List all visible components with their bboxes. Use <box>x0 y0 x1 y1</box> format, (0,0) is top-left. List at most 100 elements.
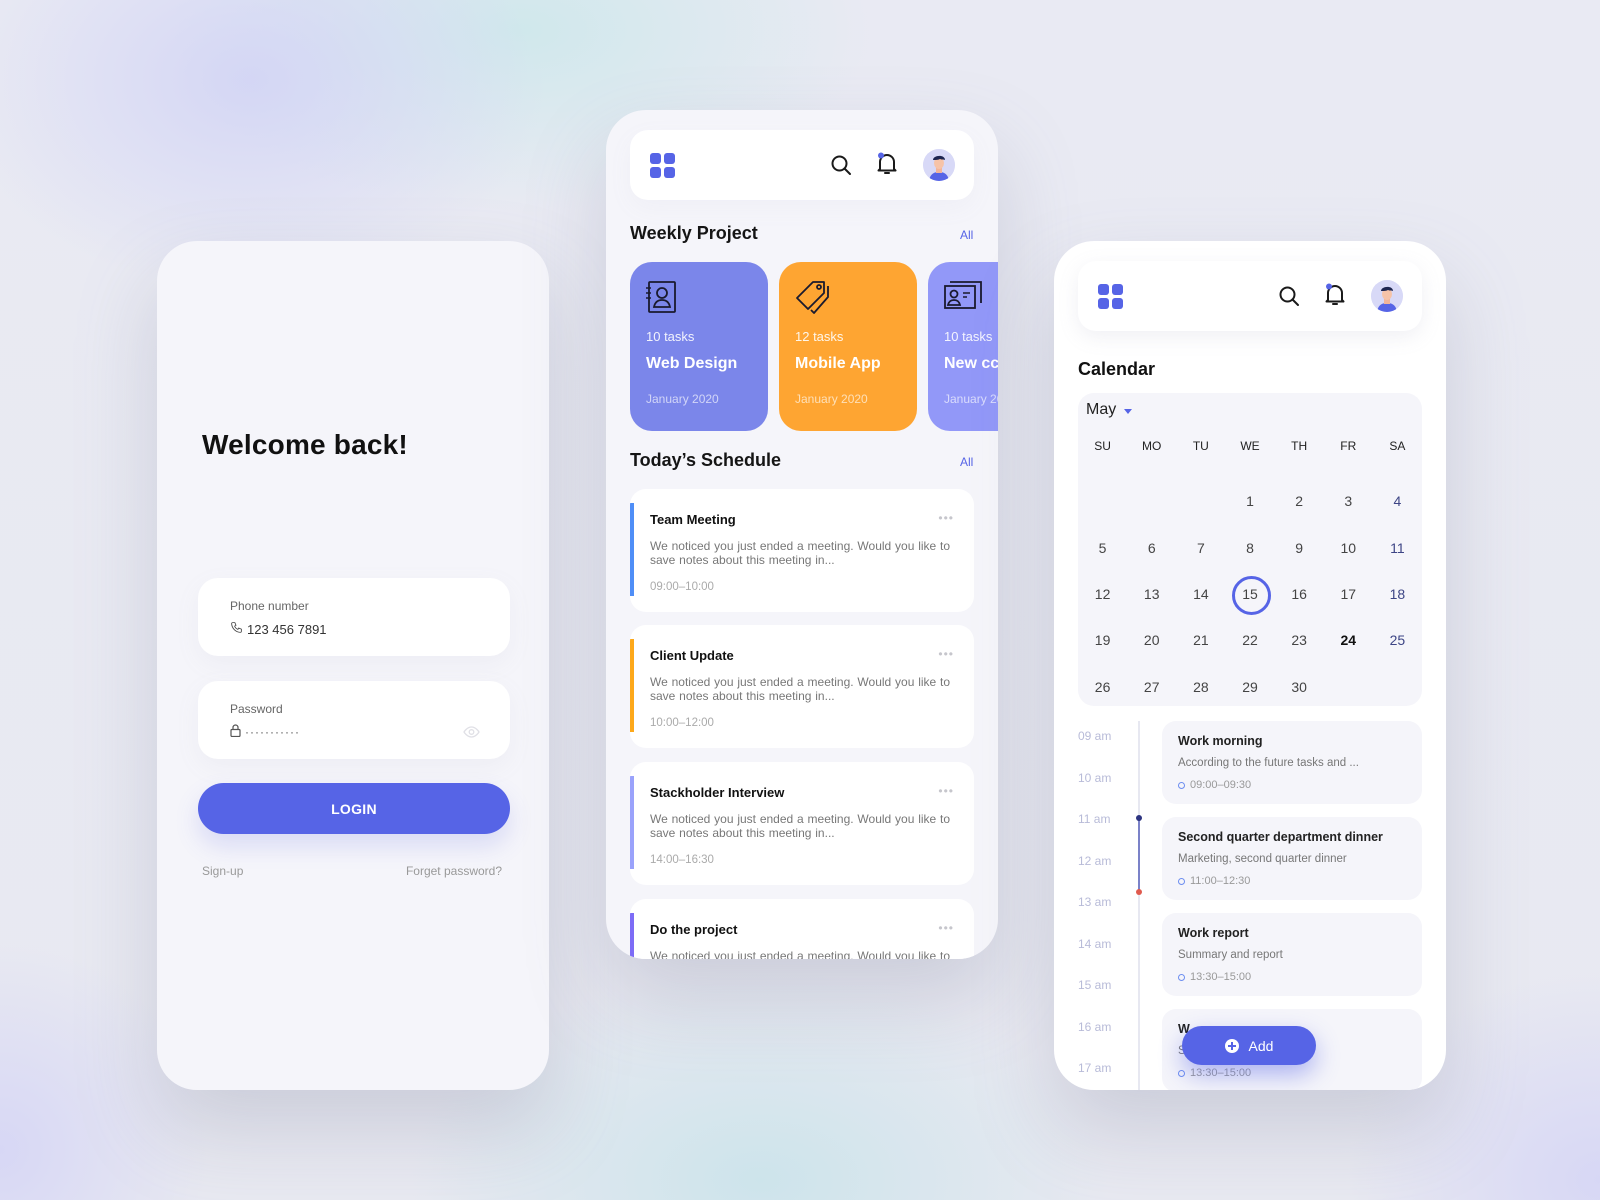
clock-ring-icon <box>1178 1069 1185 1077</box>
more-options-icon[interactable]: ••• <box>938 647 954 661</box>
project-name: Web Design <box>646 355 738 372</box>
project-card-new[interactable]: 10 tasks New cc January 2020 <box>928 262 998 431</box>
calendar-day[interactable]: 18 <box>1373 571 1422 617</box>
event-time: 11:00–12:30 <box>1190 875 1251 887</box>
schedule-item[interactable]: Team Meeting ••• We noticed you just end… <box>630 489 974 612</box>
calendar-day[interactable]: 10 <box>1324 524 1373 570</box>
project-card-web-design[interactable]: 10 tasks Web Design January 2020 <box>630 262 768 431</box>
bell-icon[interactable] <box>876 152 898 181</box>
search-icon[interactable] <box>830 154 852 181</box>
schedule-color-bar <box>630 776 634 869</box>
calendar-day[interactable]: 20 <box>1127 617 1176 663</box>
dashboard-panel: Weekly Project All 10 tasks Web Design J… <box>606 110 998 959</box>
selected-day[interactable]: 15 <box>1225 571 1274 617</box>
login-button[interactable]: LOGIN <box>198 783 510 834</box>
search-icon[interactable] <box>1278 285 1300 312</box>
calendar-day[interactable]: 25 <box>1373 617 1422 663</box>
weekday-label: SA <box>1389 439 1406 453</box>
event-card[interactable]: Work report Summary and report 13:30–15:… <box>1162 913 1422 996</box>
calendar-day[interactable]: 13 <box>1127 571 1176 617</box>
eye-icon[interactable] <box>463 725 480 743</box>
calendar-day[interactable]: 6 <box>1127 524 1176 570</box>
password-field[interactable]: Password ··········· <box>198 681 510 759</box>
schedule-description: We noticed you just ended a meeting. Wou… <box>650 675 951 703</box>
hour-label: 13 am <box>1078 895 1112 909</box>
hour-label: 10 am <box>1078 770 1112 785</box>
month-selector[interactable]: May <box>1086 401 1133 419</box>
bell-icon[interactable] <box>1324 283 1346 312</box>
schedule-item[interactable]: Stackholder Interview ••• We noticed you… <box>630 762 974 885</box>
empty-day <box>1127 478 1176 524</box>
user-avatar[interactable] <box>923 149 955 181</box>
caret-down-icon <box>1124 408 1133 414</box>
schedule-color-bar <box>630 503 634 596</box>
more-options-icon[interactable]: ••• <box>938 784 954 798</box>
calendar-day[interactable]: 12 <box>1078 571 1127 617</box>
calendar-day[interactable]: 2 <box>1275 478 1324 524</box>
project-date: January 2020 <box>795 392 868 406</box>
project-card-mobile-app[interactable]: 12 tasks Mobile App January 2020 <box>779 262 917 431</box>
weekday-label: TH <box>1291 439 1308 453</box>
grid-menu-icon[interactable] <box>650 153 675 178</box>
event-card[interactable]: Work morning According to the future tas… <box>1162 721 1422 804</box>
calendar-day[interactable]: 24 <box>1324 617 1373 663</box>
phone-icon <box>230 621 243 637</box>
project-name: New cc <box>944 355 998 372</box>
calendar-day[interactable]: 7 <box>1176 524 1225 570</box>
phone-number-field[interactable]: Phone number 123 456 7891 <box>198 578 510 656</box>
grid-menu-icon[interactable] <box>1098 284 1123 309</box>
event-time: 13:30–15:00 <box>1190 1067 1252 1079</box>
calendar-day[interactable]: 28 <box>1176 664 1225 710</box>
calendar-day[interactable]: 16 <box>1275 571 1324 617</box>
calendar-day[interactable]: 29 <box>1225 664 1274 710</box>
calendar-day[interactable]: 19 <box>1078 617 1127 663</box>
weekday-label: TU <box>1192 439 1209 453</box>
calendar-day[interactable]: 27 <box>1127 664 1176 710</box>
todays-schedule-all-link[interactable]: All <box>960 455 973 469</box>
calendar-day[interactable]: 30 <box>1275 664 1324 710</box>
more-options-icon[interactable]: ••• <box>938 511 954 525</box>
event-title: Second quarter department dinner <box>1178 830 1383 844</box>
calendar-day[interactable]: 11 <box>1373 524 1422 570</box>
calendar-day[interactable]: 3 <box>1324 478 1373 524</box>
hour-label: 16 am <box>1078 1019 1112 1034</box>
schedule-title: Do the project <box>650 922 738 937</box>
forget-password-link[interactable]: Forget password? <box>406 864 502 878</box>
calendar-day[interactable]: 21 <box>1176 617 1225 663</box>
month-label: May <box>1086 401 1117 418</box>
calendar-day[interactable]: 5 <box>1078 524 1127 570</box>
calendar-day[interactable]: 9 <box>1275 524 1324 570</box>
weekly-project-all-link[interactable]: All <box>960 228 973 242</box>
event-description: Summary and report <box>1178 949 1283 961</box>
range-end-marker <box>1136 889 1142 895</box>
welcome-title: Welcome back! <box>202 429 408 460</box>
todays-schedule-title: Today’s Schedule <box>630 450 782 470</box>
calendar-day[interactable]: 1 <box>1225 478 1274 524</box>
calendar-day[interactable]: 4 <box>1373 478 1422 524</box>
calendar-day[interactable]: 8 <box>1225 524 1274 570</box>
calendar-day[interactable]: 23 <box>1275 617 1324 663</box>
schedule-description: We noticed you just ended a meeting. Wou… <box>650 949 951 959</box>
phone-number-input[interactable]: 123 456 7891 <box>247 622 327 637</box>
schedule-title: Stackholder Interview <box>650 785 785 800</box>
sign-up-link[interactable]: Sign-up <box>202 864 243 878</box>
calendar-day[interactable]: 26 <box>1078 664 1127 710</box>
calendar-day[interactable]: 22 <box>1225 617 1274 663</box>
password-input[interactable]: ··········· <box>245 725 300 739</box>
event-card[interactable]: Second quarter department dinner Marketi… <box>1162 817 1422 900</box>
hour-label: 14 am <box>1078 936 1112 951</box>
contact-book-icon <box>646 280 678 319</box>
clock-ring-icon <box>1178 877 1185 885</box>
weekday-header: SU MO TU WE TH FR SA <box>1078 439 1422 453</box>
weekday-label: FR <box>1340 439 1357 453</box>
schedule-item[interactable]: Do the project ••• We noticed you just e… <box>630 899 974 959</box>
schedule-item[interactable]: Client Update ••• We noticed you just en… <box>630 625 974 748</box>
add-label: Add <box>1248 1037 1274 1054</box>
user-avatar[interactable] <box>1371 280 1403 312</box>
more-options-icon[interactable]: ••• <box>938 921 954 935</box>
add-event-button[interactable]: Add <box>1182 1026 1316 1065</box>
event-description: Marketing, second quarter dinner <box>1178 853 1347 865</box>
calendar-day[interactable]: 17 <box>1324 571 1373 617</box>
weekday-label: WE <box>1240 439 1260 453</box>
calendar-day[interactable]: 14 <box>1176 571 1225 617</box>
